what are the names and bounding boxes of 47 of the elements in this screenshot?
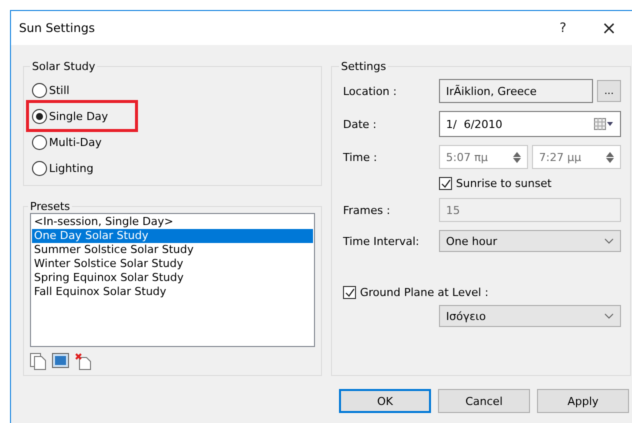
dialog-button[interactable]: Apply	[537, 389, 629, 413]
checkbox-label: Ground Plane at Level :	[360, 286, 488, 299]
calendar-icon[interactable]	[594, 118, 614, 130]
help-button[interactable]: ?	[540, 13, 586, 43]
list-item[interactable]: <In-session, Single Day>	[32, 215, 313, 229]
list-item[interactable]: One Day Solar Study	[32, 229, 313, 243]
field-label: Frames :	[343, 204, 392, 216]
field-label: Date :	[343, 118, 378, 130]
spin-down-icon[interactable]	[606, 158, 614, 162]
list-item[interactable]: Winter Solstice Solar Study	[32, 257, 313, 271]
field-label: Time Interval:	[343, 234, 420, 248]
list-item[interactable]: Fall Equinox Solar Study	[32, 285, 313, 299]
radio-button[interactable]	[32, 108, 47, 124]
dialog-button[interactable]: Cancel	[438, 389, 530, 413]
delete-icon[interactable]	[75, 353, 91, 370]
window-title: Sun Settings	[19, 21, 96, 35]
check-icon	[344, 288, 354, 298]
close-button[interactable]: ×	[586, 13, 632, 43]
interval-dropdown[interactable]: One hour	[439, 230, 621, 252]
list-item[interactable]: Summer Solstice Solar Study	[32, 243, 313, 257]
browse-button[interactable]: ...	[597, 80, 621, 102]
group-title: Solar Study	[31, 60, 96, 73]
radio-button[interactable]	[32, 134, 47, 150]
field-label: Time :	[343, 150, 378, 164]
field-label: Location :	[343, 84, 398, 98]
location-field[interactable]: IrÃiklion, Greece	[439, 79, 593, 103]
checkbox[interactable]	[343, 286, 356, 299]
check-icon	[440, 178, 450, 188]
level-dropdown[interactable]: Ισόγειο	[439, 305, 621, 327]
chevron-down-icon[interactable]	[604, 313, 614, 319]
list-item[interactable]: Spring Equinox Solar Study	[32, 271, 313, 285]
chevron-down-icon[interactable]	[604, 238, 614, 244]
radio-button[interactable]	[32, 160, 47, 176]
checkbox-label: Sunrise to sunset	[456, 177, 552, 190]
dialog-button[interactable]: OK	[339, 389, 431, 413]
radio-button[interactable]	[32, 82, 47, 98]
radio-label: Still	[49, 84, 70, 96]
radio-label: Lighting	[49, 162, 94, 174]
duplicate-icon[interactable]	[30, 353, 46, 370]
date-field[interactable]: 1/ 6/2010	[439, 111, 621, 137]
group-title: Settings	[340, 60, 388, 73]
spin-up-icon[interactable]	[606, 152, 614, 156]
radio-label: Multi-Day	[49, 136, 102, 148]
checkbox[interactable]	[439, 177, 452, 190]
radio-label: Single Day	[49, 110, 108, 122]
rename-icon[interactable]	[52, 353, 69, 368]
group-title: Presets	[29, 200, 72, 213]
